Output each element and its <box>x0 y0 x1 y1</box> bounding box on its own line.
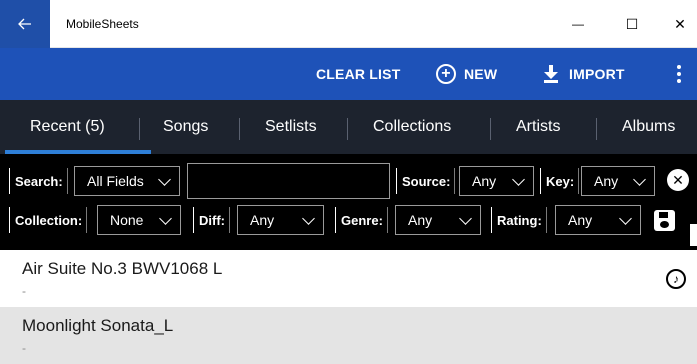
chevron-down-icon <box>633 173 646 186</box>
rating-dropdown[interactable]: Any <box>555 205 641 235</box>
song-title: Moonlight Sonata_L <box>22 316 174 335</box>
overflow-button-edge[interactable] <box>690 224 697 246</box>
source-dropdown[interactable]: Any <box>459 166 534 196</box>
window-title: MobileSheets <box>66 17 139 31</box>
download-icon <box>543 65 559 83</box>
arrow-left-icon <box>18 18 31 30</box>
add-circle-icon: + <box>436 64 456 84</box>
back-button[interactable] <box>0 0 50 48</box>
minimize-icon: — <box>572 17 584 31</box>
tab-artists[interactable]: Artists <box>516 100 560 154</box>
command-bar: CLEAR LIST + NEW IMPORT <box>0 48 697 100</box>
difficulty-value: Any <box>250 212 275 228</box>
search-field-value: All Fields <box>87 173 144 189</box>
tab-divider <box>596 118 597 140</box>
tab-divider <box>490 118 491 140</box>
tab-divider <box>347 118 348 140</box>
more-options-button[interactable] <box>673 48 685 100</box>
rating-value: Any <box>568 212 593 228</box>
import-button[interactable]: IMPORT <box>543 48 625 100</box>
minimize-button[interactable]: — <box>555 0 601 48</box>
chevron-down-icon <box>512 173 525 186</box>
new-button[interactable]: + NEW <box>436 48 497 100</box>
filter-panel: Search: All Fields Source: Any Key: Any … <box>0 154 697 250</box>
chevron-down-icon <box>159 212 172 225</box>
source-label: Source: <box>396 168 456 194</box>
tab-bar: Recent (5) Songs Setlists Collections Ar… <box>0 100 697 154</box>
save-icon[interactable] <box>654 210 675 231</box>
maximize-icon: ☐ <box>625 15 639 32</box>
list-item[interactable]: Air Suite No.3 BWV1068 L - ♪ <box>0 250 697 307</box>
collection-value: None <box>110 212 144 228</box>
list-item[interactable]: Moonlight Sonata_L - <box>0 307 697 364</box>
tab-divider <box>139 118 140 140</box>
tab-collections[interactable]: Collections <box>373 100 451 154</box>
chevron-down-icon <box>459 212 472 225</box>
song-title: Air Suite No.3 BWV1068 L <box>22 259 223 278</box>
tab-recent[interactable]: Recent (5) <box>30 100 105 154</box>
chevron-down-icon <box>158 173 171 186</box>
import-label: IMPORT <box>569 66 625 82</box>
difficulty-dropdown[interactable]: Any <box>237 205 324 235</box>
tab-albums[interactable]: Albums <box>622 100 675 154</box>
genre-dropdown[interactable]: Any <box>395 205 481 235</box>
maximize-button[interactable]: ☐ <box>609 0 655 48</box>
genre-value: Any <box>408 212 433 228</box>
tab-songs[interactable]: Songs <box>163 100 208 154</box>
tab-divider <box>239 118 240 140</box>
key-label: Key: <box>540 168 580 194</box>
key-dropdown[interactable]: Any <box>581 166 655 196</box>
close-button[interactable]: ✕ <box>657 0 697 48</box>
chevron-down-icon <box>302 212 315 225</box>
more-vertical-icon <box>677 65 681 83</box>
search-input[interactable] <box>187 163 390 199</box>
collection-label: Collection: <box>9 207 88 233</box>
source-value: Any <box>472 173 497 189</box>
chevron-down-icon <box>619 212 632 225</box>
clear-list-label: CLEAR LIST <box>316 66 401 82</box>
search-field-dropdown[interactable]: All Fields <box>74 166 180 196</box>
close-icon: ✕ <box>674 15 686 32</box>
tab-setlists[interactable]: Setlists <box>265 100 317 154</box>
song-subtitle: - <box>22 341 26 355</box>
genre-label: Genre: <box>335 207 388 233</box>
title-bar: MobileSheets — ☐ ✕ <box>0 0 697 48</box>
clear-filters-icon: ✕ <box>672 171 684 188</box>
song-subtitle: - <box>22 284 26 298</box>
song-list: Air Suite No.3 BWV1068 L - ♪ Moonlight S… <box>0 250 697 364</box>
difficulty-label: Diff: <box>193 207 230 233</box>
rating-label: Rating: <box>491 207 547 233</box>
music-note-icon[interactable]: ♪ <box>666 269 686 289</box>
new-label: NEW <box>464 66 498 82</box>
collection-dropdown[interactable]: None <box>97 205 181 235</box>
key-value: Any <box>594 173 619 189</box>
clear-filters-button[interactable]: ✕ <box>667 169 689 191</box>
search-label: Search: <box>9 168 68 194</box>
clear-list-button[interactable]: CLEAR LIST <box>316 48 400 100</box>
